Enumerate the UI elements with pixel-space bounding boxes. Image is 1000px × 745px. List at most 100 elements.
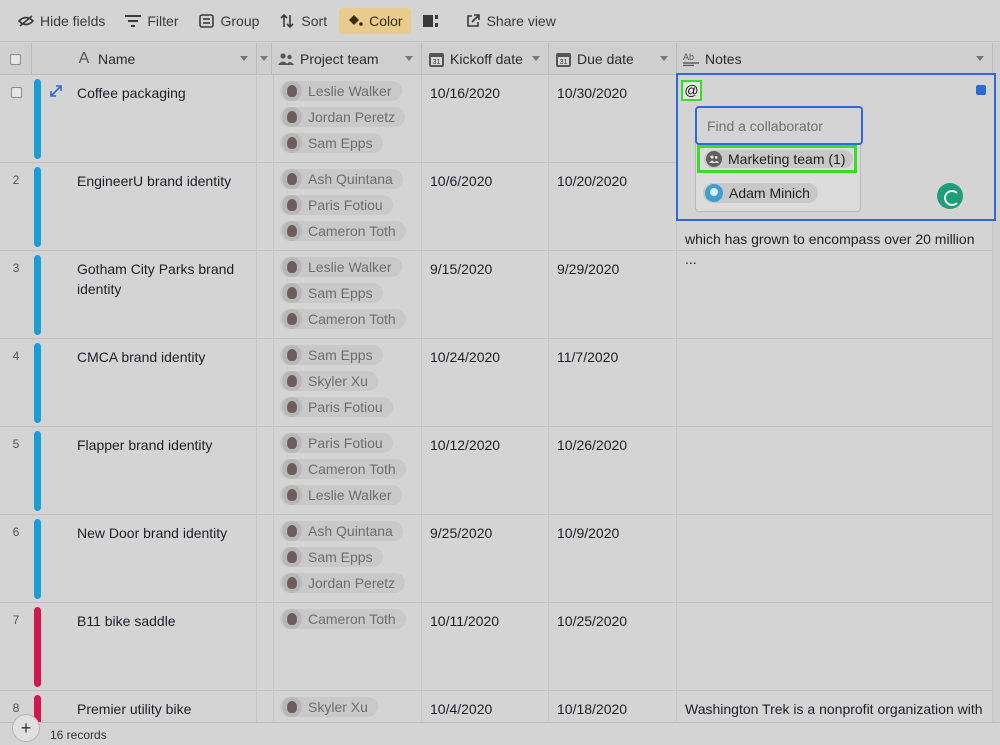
table-row[interactable]: 6 New Door brand identity Ash Quintana Sam … [0, 515, 1000, 603]
cell-due-date[interactable]: 10/20/2020 [549, 163, 677, 251]
team-option-label: Marketing team (1) [728, 151, 846, 167]
header-spacer [257, 43, 272, 75]
cell-project-team[interactable]: Ash Quintana Paris Fotiou Cameron Toth [272, 163, 422, 251]
share-icon [465, 13, 481, 29]
row-number[interactable]: 7 [0, 603, 32, 691]
avatar [282, 133, 302, 153]
cell-kickoff-date[interactable]: 10/12/2020 [422, 427, 549, 515]
grid-footer: + 16 records [0, 714, 1000, 745]
avatar [282, 485, 302, 505]
header-due-date[interactable]: 31 Due date [549, 43, 677, 75]
add-record-button[interactable]: + [12, 714, 40, 742]
cell-name[interactable]: CMCA brand identity [69, 339, 257, 427]
expand-cell-icon[interactable] [976, 85, 986, 95]
cell-due-date[interactable]: 9/29/2020 [549, 251, 677, 339]
header-notes[interactable]: Ab Notes [677, 43, 993, 75]
share-view-button[interactable]: Share view [457, 8, 564, 34]
cell-kickoff-date[interactable]: 10/6/2020 [422, 163, 549, 251]
select-all-checkbox[interactable] [0, 43, 32, 75]
group-label: Group [220, 12, 260, 29]
mention-option-adam-minich[interactable]: Adam Minich [703, 183, 818, 203]
cell-due-date[interactable]: 10/25/2020 [549, 603, 677, 691]
table-row[interactable]: 7 B11 bike saddle Cameron Toth 10/11/2020 10… [0, 603, 1000, 691]
avatar [282, 283, 302, 303]
calendar-icon: 31 [428, 51, 444, 67]
cell-notes[interactable] [677, 515, 993, 603]
collaborator-pill: Cameron Toth [280, 609, 406, 629]
chevron-down-icon[interactable] [532, 56, 540, 61]
cell-name[interactable]: B11 bike saddle [69, 603, 257, 691]
mention-option-marketing-team[interactable]: Marketing team (1) [697, 145, 857, 173]
user-avatar-icon [705, 184, 723, 202]
collaborator-name: Paris Fotiou [308, 197, 383, 213]
cell-name[interactable]: Gotham City Parks brand identity [69, 251, 257, 339]
cell-project-team[interactable]: Cameron Toth [272, 603, 422, 691]
mention-at-symbol: @ [681, 80, 702, 101]
cell-notes[interactable] [677, 603, 993, 691]
cell-kickoff-date[interactable]: 9/15/2020 [422, 251, 549, 339]
row-number[interactable]: 4 [0, 339, 32, 427]
collaborator-pill: Jordan Peretz [280, 573, 406, 593]
cell-kickoff-date[interactable]: 10/16/2020 [422, 75, 549, 163]
cell-name[interactable]: EngineerU brand identity [69, 163, 257, 251]
header-kickoff-date[interactable]: 31 Kickoff date [422, 43, 549, 75]
cell-kickoff-date[interactable]: 9/25/2020 [422, 515, 549, 603]
collaborator-name: Leslie Walker [308, 83, 392, 99]
collaborator-pill: Paris Fotiou [280, 397, 393, 417]
cell-notes[interactable] [677, 339, 993, 427]
header-name[interactable]: A Name [32, 43, 257, 75]
chevron-down-icon[interactable] [240, 56, 248, 61]
row-number[interactable] [0, 75, 32, 163]
row-number[interactable]: 3 [0, 251, 32, 339]
row2-notes: which has grown to encompass over 20 mil… [685, 229, 990, 269]
hide-fields-button[interactable]: Hide fields [10, 8, 113, 34]
cell-notes[interactable] [677, 427, 993, 515]
collaborator-pill: Ash Quintana [280, 521, 403, 541]
sort-button[interactable]: Sort [271, 8, 335, 34]
group-button[interactable]: Group [191, 8, 268, 34]
header-project-team-label: Project team [300, 51, 379, 67]
collaborator-name: Paris Fotiou [308, 435, 383, 451]
cell-project-team[interactable]: Paris Fotiou Cameron Toth Leslie Walker [272, 427, 422, 515]
header-project-team[interactable]: Project team [272, 43, 422, 75]
cell-name[interactable]: Coffee packaging [69, 75, 257, 163]
cell-project-team[interactable]: Ash Quintana Sam Epps Jordan Peretz [272, 515, 422, 603]
table-row[interactable]: 5 Flapper brand identity Paris Fotiou Camer… [0, 427, 1000, 515]
row-number[interactable]: 5 [0, 427, 32, 515]
expand-record-icon[interactable] [50, 85, 62, 97]
collaborator-list: Leslie Walker Sam Epps Cameron Toth [280, 257, 413, 335]
chevron-down-icon[interactable] [260, 56, 268, 61]
cell-due-date[interactable]: 10/9/2020 [549, 515, 677, 603]
collaborator-list: Cameron Toth [280, 609, 413, 635]
cell-kickoff-date[interactable]: 10/24/2020 [422, 339, 549, 427]
row-checkbox[interactable] [10, 87, 22, 98]
find-collaborator-input[interactable] [695, 106, 863, 145]
collaborator-list: Sam Epps Skyler Xu Paris Fotiou [280, 345, 413, 423]
cell-project-team[interactable]: Leslie Walker Jordan Peretz Sam Epps [272, 75, 422, 163]
cell-name[interactable]: New Door brand identity [69, 515, 257, 603]
sort-icon [279, 13, 295, 29]
row-color-bar [34, 343, 41, 423]
row-number[interactable]: 2 [0, 163, 32, 251]
chevron-down-icon[interactable] [976, 56, 984, 61]
chevron-down-icon[interactable] [405, 56, 413, 61]
cell-due-date[interactable]: 10/30/2020 [549, 75, 677, 163]
cell-due-date[interactable]: 11/7/2020 [549, 339, 677, 427]
chevron-down-icon[interactable] [660, 56, 668, 61]
collaborator-pill: Paris Fotiou [280, 433, 393, 453]
avatar [282, 433, 302, 453]
share-view-label: Share view [486, 12, 556, 29]
filter-button[interactable]: Filter [117, 8, 186, 34]
row-height-button[interactable] [415, 8, 447, 34]
row-color-bar [34, 255, 41, 335]
color-button[interactable]: Color [339, 7, 411, 34]
collaborator-name: Jordan Peretz [308, 575, 396, 591]
cell-name[interactable]: Flapper brand identity [69, 427, 257, 515]
collaborator-name: Sam Epps [308, 347, 373, 363]
cell-kickoff-date[interactable]: 10/11/2020 [422, 603, 549, 691]
cell-project-team[interactable]: Sam Epps Skyler Xu Paris Fotiou [272, 339, 422, 427]
cell-project-team[interactable]: Leslie Walker Sam Epps Cameron Toth [272, 251, 422, 339]
row-number[interactable]: 6 [0, 515, 32, 603]
table-row[interactable]: 4 CMCA brand identity Sam Epps Skyler Xu Par… [0, 339, 1000, 427]
cell-due-date[interactable]: 10/26/2020 [549, 427, 677, 515]
